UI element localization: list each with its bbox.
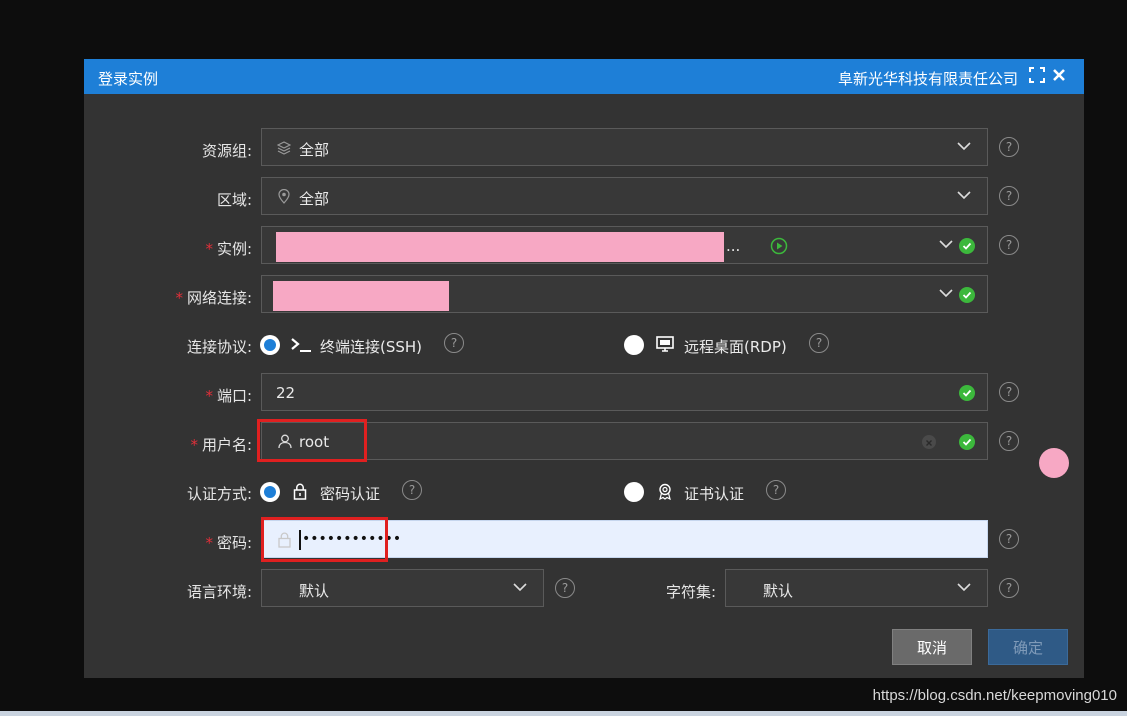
- running-status-icon: [770, 237, 788, 259]
- chevron-down-icon[interactable]: [511, 578, 529, 596]
- username-label: * 用户名:: [190, 436, 252, 454]
- locale-label: 语言环境:: [186, 583, 252, 601]
- chevron-down-icon[interactable]: [937, 284, 955, 302]
- help-icon[interactable]: ?: [444, 333, 464, 353]
- password-auth-label[interactable]: 密码认证: [320, 483, 380, 504]
- charset-value: 默认: [763, 582, 794, 600]
- chevron-down-icon[interactable]: [955, 137, 973, 155]
- cert-auth-radio[interactable]: [624, 482, 644, 502]
- resource-group-value: 全部: [299, 141, 330, 159]
- chevron-down-icon[interactable]: [937, 235, 955, 253]
- taskbar-strip: [0, 711, 1127, 716]
- port-label: * 端口:: [205, 387, 252, 405]
- region-label: 区域:: [216, 191, 252, 209]
- valid-check-icon: [959, 385, 975, 401]
- password-auth-radio[interactable]: [260, 482, 280, 502]
- help-icon[interactable]: ?: [766, 480, 786, 500]
- chevron-down-icon[interactable]: [955, 186, 973, 204]
- valid-check-icon: [959, 287, 975, 303]
- password-highlight-box: [261, 517, 388, 562]
- help-icon[interactable]: ?: [999, 382, 1019, 402]
- help-icon[interactable]: ?: [999, 186, 1019, 206]
- help-icon[interactable]: ?: [999, 431, 1019, 451]
- help-icon[interactable]: ?: [402, 480, 422, 500]
- monitor-icon: [656, 336, 674, 356]
- locale-value: 默认: [299, 582, 330, 600]
- dialog-title: 登录实例: [98, 70, 159, 88]
- resource-group-select[interactable]: 全部: [261, 128, 988, 166]
- port-value: 22: [276, 384, 296, 402]
- protocol-label: 连接协议:: [186, 338, 252, 356]
- terminal-icon: [290, 337, 312, 357]
- help-icon[interactable]: ?: [809, 333, 829, 353]
- location-pin-icon: [278, 188, 290, 208]
- watermark: https://blog.csdn.net/keepmoving010: [872, 687, 1117, 704]
- region-value: 全部: [299, 190, 330, 208]
- cert-auth-label[interactable]: 证书认证: [684, 483, 744, 504]
- certificate-icon: [657, 483, 673, 504]
- company-name: 阜新光华科技有限责任公司: [837, 70, 1018, 88]
- clear-icon[interactable]: [922, 435, 936, 449]
- valid-check-icon: [959, 238, 975, 254]
- help-icon[interactable]: ?: [999, 529, 1019, 549]
- auth-method-label: 认证方式:: [186, 485, 252, 503]
- help-icon[interactable]: ?: [999, 578, 1019, 598]
- instance-ellipsis: ...: [726, 237, 741, 255]
- instance-label: * 实例:: [205, 240, 252, 258]
- help-icon[interactable]: ?: [999, 235, 1019, 255]
- close-icon[interactable]: [1050, 66, 1068, 84]
- ssh-radio[interactable]: [260, 335, 280, 355]
- locale-select[interactable]: 默认: [261, 569, 544, 607]
- valid-check-icon: [959, 434, 975, 450]
- fullscreen-icon[interactable]: [1028, 66, 1046, 84]
- confirm-button[interactable]: 确定: [988, 629, 1068, 665]
- help-icon[interactable]: ?: [555, 578, 575, 598]
- username-highlight-box: [257, 419, 367, 462]
- ssh-option-label[interactable]: 终端连接(SSH): [320, 336, 422, 357]
- layers-icon: [276, 140, 292, 159]
- username-input[interactable]: root: [261, 422, 988, 460]
- rdp-option-label[interactable]: 远程桌面(RDP): [684, 336, 787, 357]
- region-select[interactable]: 全部: [261, 177, 988, 215]
- cursor-indicator: [1039, 448, 1069, 478]
- redacted-network-name: [273, 281, 449, 311]
- network-select[interactable]: [261, 275, 988, 313]
- lock-icon: [293, 483, 307, 504]
- charset-label: 字符集:: [665, 583, 716, 601]
- resource-group-label: 资源组:: [201, 142, 252, 160]
- cancel-button[interactable]: 取消: [892, 629, 972, 665]
- instance-select[interactable]: ...: [261, 226, 988, 264]
- login-dialog: 登录实例 阜新光华科技有限责任公司 资源组: 全部 ? 区域: 全部 ? * 实例…: [84, 59, 1084, 678]
- help-icon[interactable]: ?: [999, 137, 1019, 157]
- chevron-down-icon[interactable]: [955, 578, 973, 596]
- redacted-instance-name: [276, 232, 724, 262]
- dialog-titlebar: 登录实例 阜新光华科技有限责任公司: [84, 59, 1084, 94]
- network-label: * 网络连接:: [175, 289, 252, 307]
- password-label: * 密码:: [205, 534, 252, 552]
- port-input[interactable]: 22: [261, 373, 988, 411]
- rdp-radio[interactable]: [624, 335, 644, 355]
- charset-select[interactable]: 默认: [725, 569, 988, 607]
